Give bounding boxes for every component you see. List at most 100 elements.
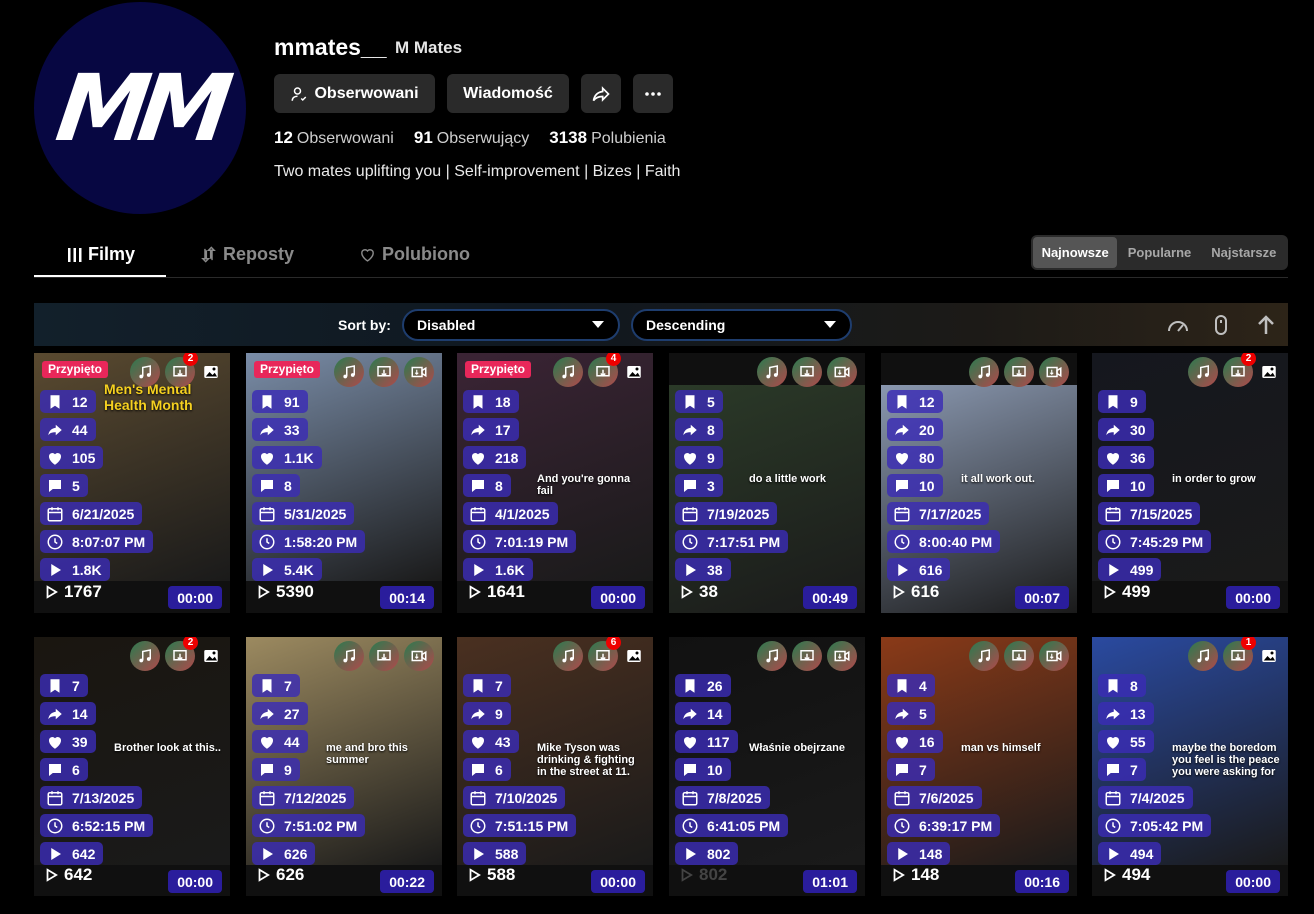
- music-icon[interactable]: [1188, 357, 1218, 387]
- video-action-icons: [969, 357, 1069, 387]
- speedometer-icon[interactable]: [1166, 313, 1190, 337]
- stat-saves: 12: [40, 390, 96, 413]
- video-action-icons: [969, 641, 1069, 671]
- image-icon[interactable]: [623, 641, 645, 671]
- stat-shares: 44: [40, 418, 96, 441]
- video-card[interactable]: Mike Tyson was drinking & fighting in th…: [457, 637, 653, 896]
- bookmark-icon: [50, 394, 60, 409]
- download-slideshow-icon[interactable]: [792, 357, 822, 387]
- music-icon[interactable]: [757, 357, 787, 387]
- download-slideshow-icon[interactable]: 2: [1223, 353, 1256, 387]
- music-icon[interactable]: [553, 641, 583, 671]
- play-icon: [263, 847, 273, 860]
- download-video-icon[interactable]: [1039, 641, 1069, 671]
- music-icon[interactable]: [757, 641, 787, 671]
- image-icon[interactable]: [1258, 641, 1280, 671]
- stat-views: 642: [40, 842, 104, 865]
- video-card[interactable]: maybe the boredom you feel is the peace …: [1092, 637, 1288, 896]
- music-icon[interactable]: [969, 641, 999, 671]
- play-count: 588: [467, 865, 515, 885]
- followers-stat[interactable]: 91 Obserwujący: [414, 128, 529, 148]
- music-icon[interactable]: [1188, 641, 1218, 671]
- following-button[interactable]: Obserwowani: [274, 74, 435, 113]
- music-icon[interactable]: [334, 357, 364, 387]
- image-icon[interactable]: [1258, 357, 1280, 387]
- play-outline-icon: [469, 585, 481, 599]
- download-slideshow-icon[interactable]: 2: [165, 353, 198, 387]
- video-card[interactable]: Przypięto 91 33 1.1K 8 5/31/2025 1:58:20 PM 5.4…: [246, 353, 442, 613]
- chevron-down-icon: [592, 321, 604, 328]
- download-slideshow-icon[interactable]: 6: [588, 637, 621, 671]
- download-video-icon[interactable]: [1039, 357, 1069, 387]
- download-slideshow-icon[interactable]: [369, 641, 399, 671]
- image-count-badge: 2: [183, 637, 198, 650]
- video-caption-overlay: And you're gonna fail: [537, 473, 631, 497]
- music-icon[interactable]: [130, 641, 160, 671]
- tab-videos[interactable]: Filmy: [68, 244, 135, 265]
- image-icon[interactable]: [623, 357, 645, 387]
- clock-icon: [1105, 534, 1121, 549]
- video-card[interactable]: in order to grow 2 9 30 36 10 7/15/2025 7:45:29…: [1092, 353, 1288, 613]
- download-video-icon[interactable]: [827, 357, 857, 387]
- sort-toolbar: Sort by: Disabled Descending: [34, 303, 1288, 346]
- download-video-icon[interactable]: [827, 641, 857, 671]
- direction-select[interactable]: Descending: [631, 309, 852, 341]
- download-slideshow-icon[interactable]: [792, 641, 822, 671]
- heart-icon: [48, 452, 62, 465]
- share-profile-button[interactable]: [581, 74, 621, 113]
- music-icon[interactable]: [553, 357, 583, 387]
- download-slideshow-icon[interactable]: 4: [588, 353, 621, 387]
- message-button[interactable]: Wiadomość: [447, 74, 569, 113]
- music-icon[interactable]: [130, 357, 160, 387]
- play-icon: [898, 847, 908, 860]
- sort-select[interactable]: Disabled: [402, 309, 620, 341]
- order-oldest[interactable]: Najstarsze: [1202, 237, 1286, 268]
- tab-liked[interactable]: Polubiono: [359, 244, 470, 265]
- clock-icon: [47, 534, 63, 549]
- download-slideshow-icon[interactable]: 2: [165, 637, 198, 671]
- download-slideshow-icon[interactable]: 1: [1223, 637, 1256, 671]
- download-slideshow-icon[interactable]: [1004, 641, 1034, 671]
- video-card[interactable]: do a little work 5 8 9 3 7/19/2025 7:17:51 PM 3…: [669, 353, 865, 613]
- download-slideshow-icon[interactable]: [1004, 357, 1034, 387]
- calendar-icon: [894, 790, 910, 805]
- order-newest[interactable]: Najnowsze: [1033, 237, 1118, 268]
- stat-views: 494: [1098, 842, 1162, 865]
- download-video-icon[interactable]: [404, 641, 434, 671]
- video-card[interactable]: man vs himself 4 5 16 7 7/6/2025 6:39:17 PM 148…: [881, 637, 1077, 896]
- following-stat[interactable]: 12 Obserwowani: [274, 128, 394, 148]
- video-card[interactable]: Przypięto And you're gonna fail 4 18 17 218 8 4…: [457, 353, 653, 613]
- bookmark-icon: [262, 678, 272, 693]
- share-arrow-icon: [471, 424, 485, 435]
- play-count: 802: [679, 865, 727, 885]
- music-icon[interactable]: [334, 641, 364, 671]
- stat-time: 7:17:51 PM: [675, 530, 789, 553]
- stat-shares: 14: [40, 702, 96, 725]
- video-card[interactable]: it all work out. 12 20 80 10 7/17/2025 8:00:40…: [881, 353, 1077, 613]
- more-options-button[interactable]: [633, 74, 673, 113]
- download-video-icon[interactable]: [404, 357, 434, 387]
- image-icon[interactable]: [200, 641, 222, 671]
- bookmark-icon: [685, 394, 695, 409]
- order-popular[interactable]: Popularne: [1117, 237, 1201, 268]
- video-action-icons: [334, 641, 434, 671]
- video-card[interactable]: Brother look at this.. 2 7 14 39 6 7/13/2025 6:…: [34, 637, 230, 896]
- video-card[interactable]: me and bro this summer 7 27 44 9 7/12/2025 7:5…: [246, 637, 442, 896]
- video-duration: 00:00: [168, 870, 222, 893]
- share-arrow-icon: [895, 708, 909, 719]
- bookmark-icon: [262, 394, 272, 409]
- image-icon[interactable]: [200, 357, 222, 387]
- video-card[interactable]: Przypięto Men's Mental Health Month 2 12 44 1…: [34, 353, 230, 613]
- play-outline-icon: [46, 585, 58, 599]
- download-slideshow-icon[interactable]: [369, 357, 399, 387]
- stat-views: 626: [252, 842, 316, 865]
- play-icon: [1109, 847, 1119, 860]
- music-icon[interactable]: [969, 357, 999, 387]
- tab-reposts[interactable]: Reposty: [200, 244, 294, 265]
- comment-icon: [684, 479, 696, 492]
- video-card[interactable]: Właśnie obejrzane 26 14 117 10 7/8/2025 6:41:0…: [669, 637, 865, 896]
- heart-icon: [471, 452, 485, 465]
- stat-time: 7:01:19 PM: [463, 530, 577, 553]
- arrow-up-icon[interactable]: [1254, 313, 1278, 337]
- mouse-icon[interactable]: [1209, 313, 1233, 337]
